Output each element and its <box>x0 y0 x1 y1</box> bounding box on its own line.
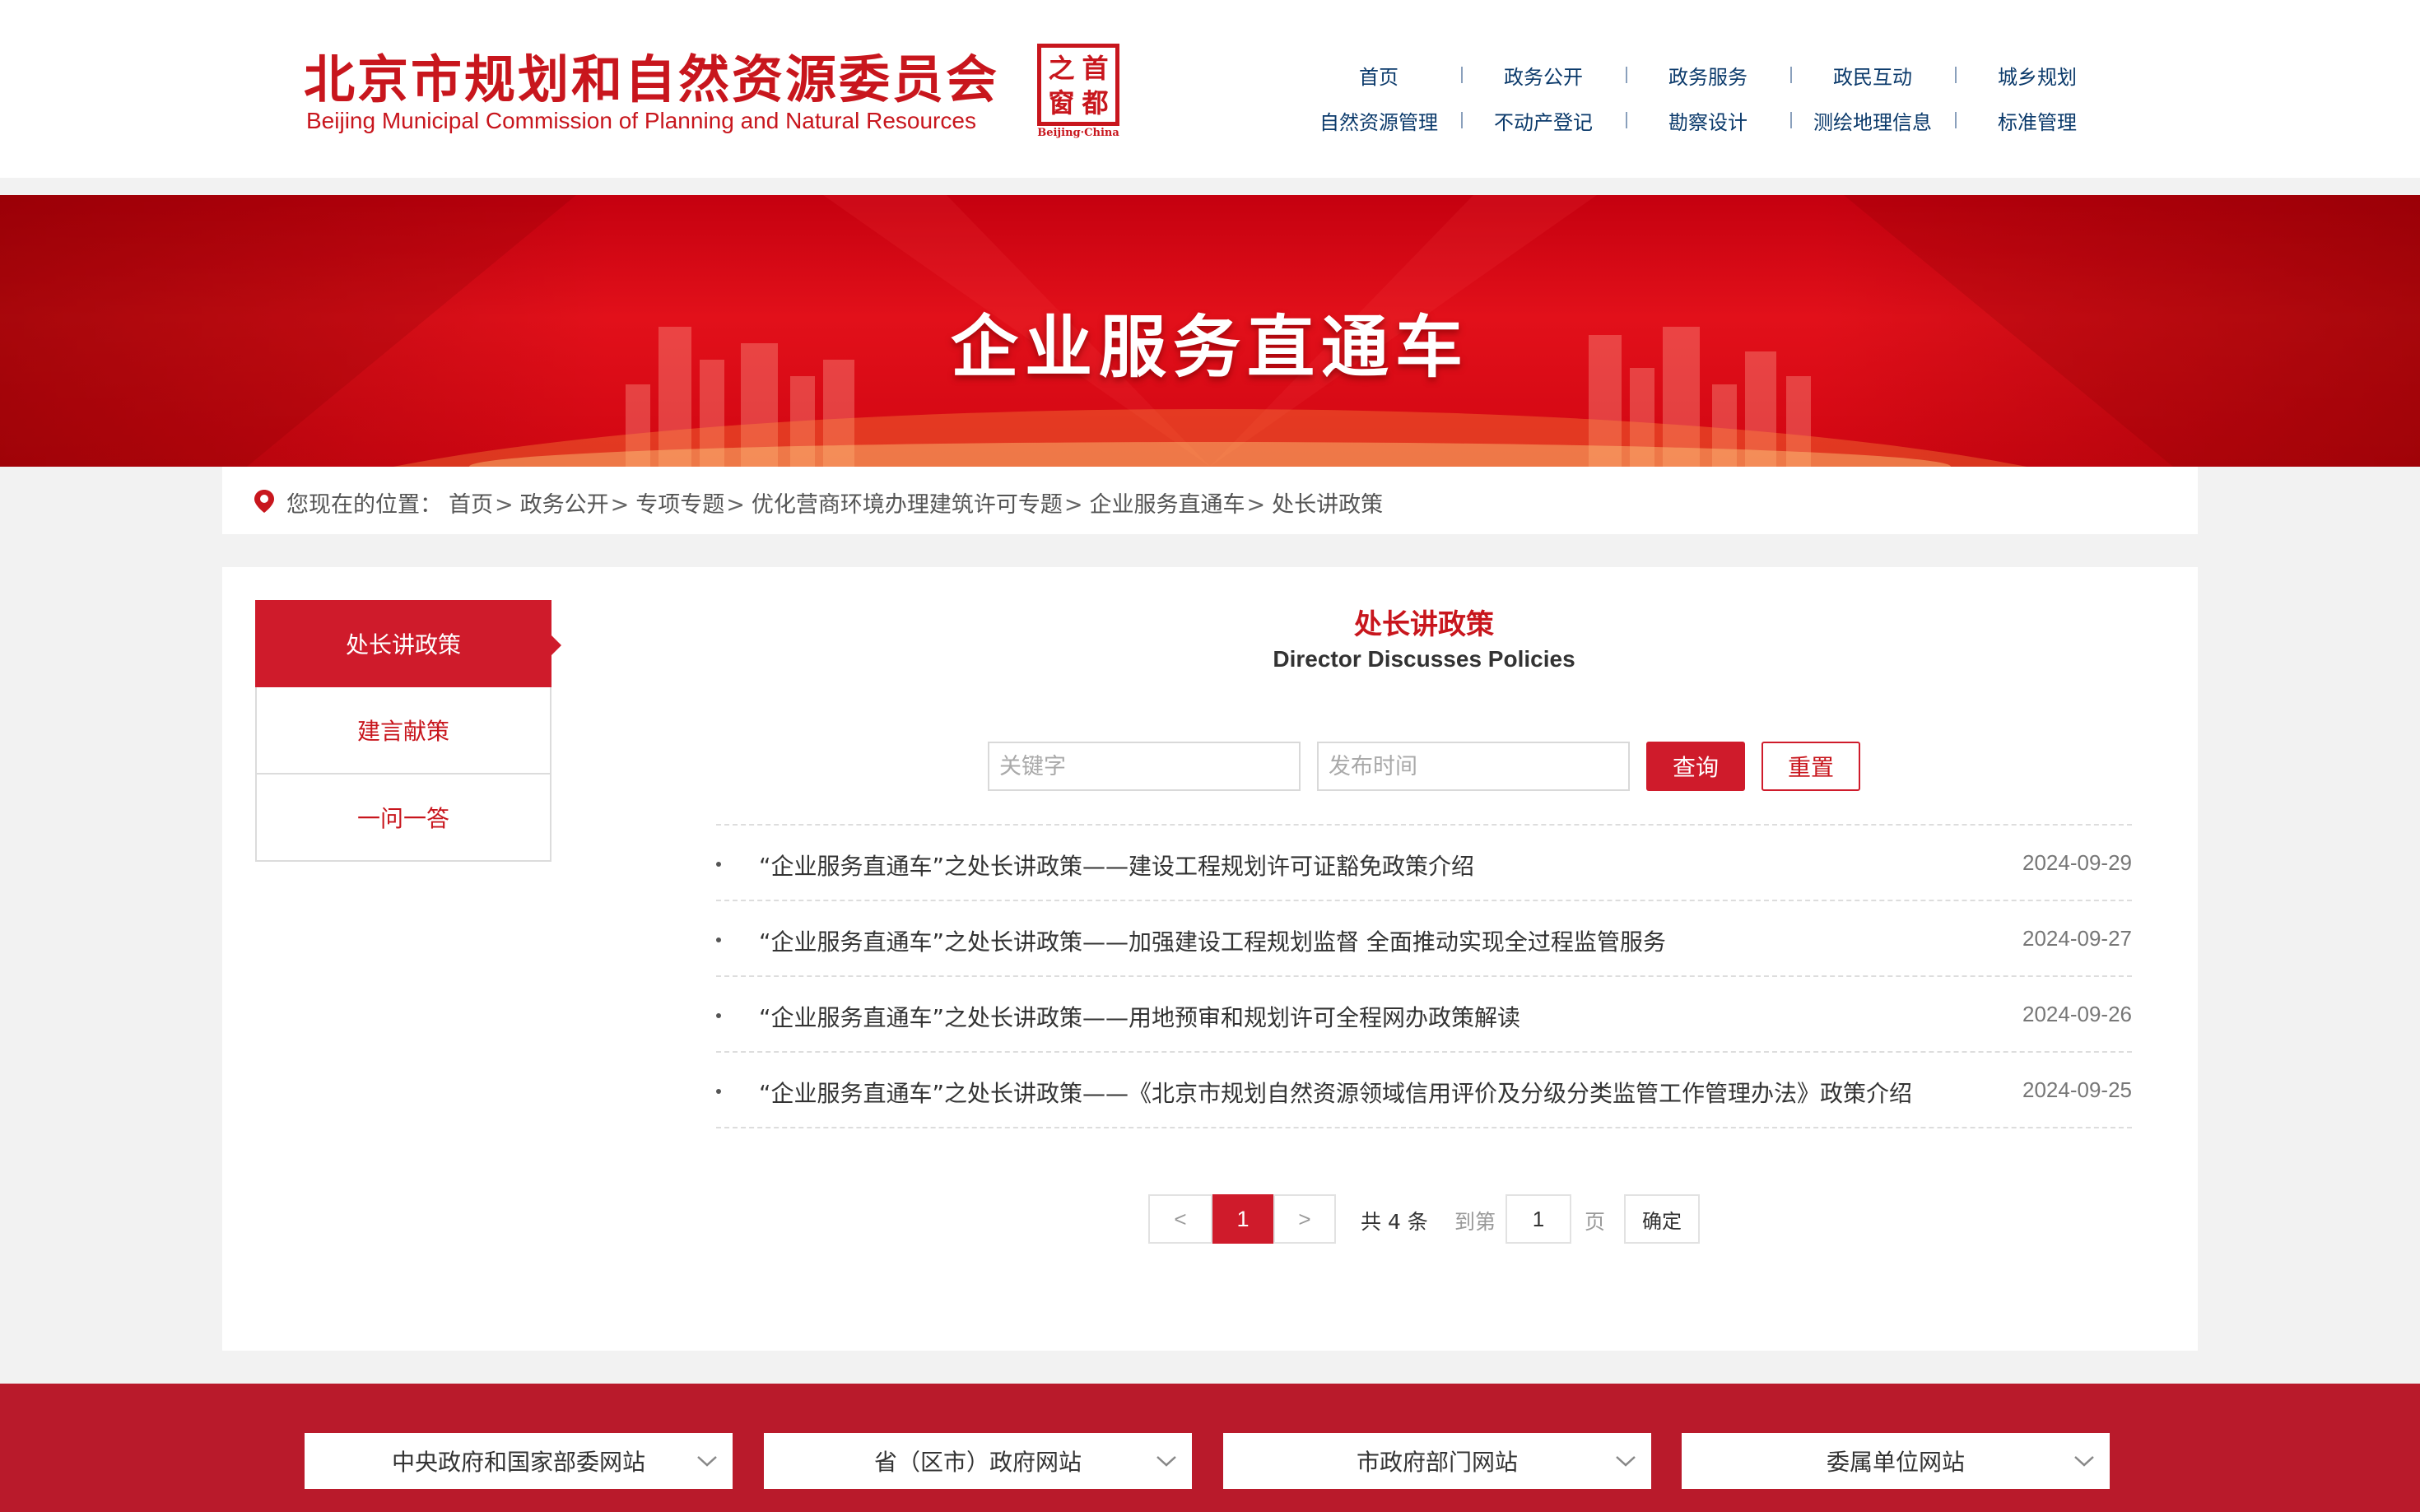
seal-caption: Beijing·China <box>1037 127 1119 139</box>
reset-button[interactable]: 重置 <box>1761 742 1860 791</box>
breadcrumb-separator: > <box>1246 492 1266 518</box>
nav-standards[interactable]: 标准管理 <box>1955 106 2120 135</box>
section-subtitle: Director Discusses Policies <box>1273 646 1575 672</box>
breadcrumb-item[interactable]: 首页 <box>449 492 493 518</box>
location-pin-icon <box>254 490 274 513</box>
list-item[interactable]: “企业服务直通车”之处长讲政策——《北京市规划自然资源领域信用评价及分级分类监管… <box>716 1053 2132 1128</box>
current-page-button[interactable]: 1 <box>1212 1194 1273 1244</box>
breadcrumb-item[interactable]: 优化营商环境办理建筑许可专题 <box>752 492 1063 518</box>
article-date: 2024-09-29 <box>2022 850 2132 875</box>
select-label: 省（区市）政府网站 <box>873 1449 1082 1476</box>
article-date: 2024-09-26 <box>2022 1002 2132 1026</box>
list-item[interactable]: “企业服务直通车”之处长讲政策——用地预审和规划许可全程网办政策解读 2024-… <box>716 977 2132 1053</box>
nav-survey-design[interactable]: 勘察设计 <box>1626 106 1790 135</box>
breadcrumb: 您现在的位置： 首页> 政务公开> 专项专题> 优化营商环境办理建筑许可专题> 企业服务直… <box>222 467 2198 534</box>
central-gov-sites-select[interactable]: 中央政府和国家部委网站 <box>305 1433 733 1489</box>
provincial-gov-sites-select[interactable]: 省（区市）政府网站 <box>764 1433 1192 1489</box>
seal-char: 首 <box>1082 53 1109 84</box>
prev-page-button[interactable]: < <box>1148 1194 1212 1244</box>
article-title-link[interactable]: “企业服务直通车”之处长讲政策——《北京市规划自然资源领域信用评价及分级分类监管… <box>759 1076 1912 1109</box>
nav-row-1: 首页 政务公开 政务服务 政民互动 城乡规划 <box>1296 53 2120 98</box>
breadcrumb-separator: > <box>1063 492 1083 518</box>
keyword-input[interactable] <box>988 742 1301 791</box>
site-logo-subtitle[interactable]: Beijing Municipal Commission of Planning… <box>306 108 976 134</box>
nav-row-2: 自然资源管理 不动产登记 勘察设计 测绘地理信息 标准管理 <box>1296 98 2120 143</box>
breadcrumb-item[interactable]: 专项专题 <box>635 492 724 518</box>
nav-government-affairs-disclosure[interactable]: 政务公开 <box>1461 61 1626 90</box>
nav-home[interactable]: 首页 <box>1296 61 1461 90</box>
section-title: 处长讲政策 <box>1354 608 1494 641</box>
publish-date-input[interactable] <box>1317 742 1630 791</box>
sidebar-item-suggestions[interactable]: 建言献策 <box>255 687 551 775</box>
query-button[interactable]: 查询 <box>1646 742 1745 791</box>
breadcrumb-item[interactable]: 企业服务直通车 <box>1090 492 1245 518</box>
page-banner: 企业服务直通车 <box>0 195 2420 467</box>
seal-char: 之 <box>1048 53 1075 84</box>
select-label: 委属单位网站 <box>1826 1449 1965 1476</box>
bullet-icon <box>716 862 721 867</box>
goto-confirm-button[interactable]: 确定 <box>1624 1194 1700 1244</box>
article-title-link[interactable]: “企业服务直通车”之处长讲政策——用地预审和规划许可全程网办政策解读 <box>759 1000 1520 1033</box>
bullet-icon <box>716 937 721 942</box>
breadcrumb-item-current[interactable]: 处长讲政策 <box>1272 492 1383 518</box>
site-logo-title[interactable]: 北京市规划和自然资源委员会 <box>304 38 999 112</box>
breadcrumb-separator: > <box>495 492 514 518</box>
nav-public-interaction[interactable]: 政民互动 <box>1790 61 1955 90</box>
site-header: 北京市规划和自然资源委员会 Beijing Municipal Commissi… <box>0 0 2420 178</box>
breadcrumb-separator: > <box>610 492 630 518</box>
seal-char: 窗 <box>1048 87 1075 119</box>
nav-urban-rural-planning[interactable]: 城乡规划 <box>1955 61 2120 90</box>
page-unit-label: 页 <box>1585 1210 1606 1234</box>
goto-page-input[interactable] <box>1506 1194 1571 1244</box>
capital-window-seal-logo[interactable]: 之 首 窗 都 Beijing·China <box>1033 41 1124 142</box>
seal-char: 都 <box>1082 87 1109 119</box>
breadcrumb-item[interactable]: 政务公开 <box>520 492 609 518</box>
municipal-dept-sites-select[interactable]: 市政府部门网站 <box>1223 1433 1651 1489</box>
select-label: 市政府部门网站 <box>1356 1449 1518 1476</box>
nav-surveying-geoinfo[interactable]: 测绘地理信息 <box>1790 106 1955 135</box>
bullet-icon <box>716 1013 721 1018</box>
article-date: 2024-09-27 <box>2022 926 2132 951</box>
site-footer: 中央政府和国家部委网站 省（区市）政府网站 市政府部门网站 委属单位网站 <box>0 1384 2420 1512</box>
list-item[interactable]: “企业服务直通车”之处长讲政策——加强建设工程规划监督 全面推动实现全过程监管服… <box>716 901 2132 977</box>
goto-label: 到第 <box>1454 1210 1496 1234</box>
next-page-button[interactable]: > <box>1273 1194 1336 1244</box>
list-item[interactable]: “企业服务直通车”之处长讲政策——建设工程规划许可证豁免政策介绍 2024-09… <box>716 826 2132 901</box>
article-title-link[interactable]: “企业服务直通车”之处长讲政策——建设工程规划许可证豁免政策介绍 <box>759 849 1474 882</box>
article-date: 2024-09-25 <box>2022 1077 2132 1102</box>
affiliated-units-sites-select[interactable]: 委属单位网站 <box>1682 1433 2110 1489</box>
sidebar-item-qa[interactable]: 一问一答 <box>255 775 551 862</box>
chevron-down-icon <box>697 1456 717 1467</box>
bullet-icon <box>716 1089 721 1094</box>
banner-title: 企业服务直通车 <box>950 308 1469 387</box>
chevron-down-icon <box>1616 1456 1636 1467</box>
select-label: 中央政府和国家部委网站 <box>391 1449 645 1476</box>
main-nav: 首页 政务公开 政务服务 政民互动 城乡规划 自然资源管理 不动产登记 勘察设计… <box>1296 53 2120 143</box>
breadcrumb-trail: 您现在的位置： 首页> 政务公开> 专项专题> 优化营商环境办理建筑许可专题> 企业服务直… <box>286 486 1383 519</box>
sidebar-menu: 处长讲政策 建言献策 一问一答 <box>255 600 561 862</box>
total-count: 共 4 条 <box>1361 1210 1428 1234</box>
main-panel: 处长讲政策 建言献策 一问一答 处长讲政策 Director Discusses… <box>222 567 2198 1351</box>
chevron-down-icon <box>1156 1456 1176 1467</box>
breadcrumb-prefix: 您现在的位置： <box>286 492 442 518</box>
nav-natural-resources[interactable]: 自然资源管理 <box>1296 106 1461 135</box>
seal-box: 之 首 窗 都 <box>1037 44 1119 126</box>
nav-real-estate-registration[interactable]: 不动产登记 <box>1461 106 1626 135</box>
article-list: “企业服务直通车”之处长讲政策——建设工程规划许可证豁免政策介绍 2024-09… <box>716 824 2132 1128</box>
article-title-link[interactable]: “企业服务直通车”之处长讲政策——加强建设工程规划监督 全面推动实现全过程监管服… <box>759 924 1666 957</box>
nav-government-services[interactable]: 政务服务 <box>1626 61 1790 90</box>
breadcrumb-separator: > <box>726 492 745 518</box>
chevron-down-icon <box>2074 1456 2094 1467</box>
sidebar-item-director-policies[interactable]: 处长讲政策 <box>255 600 561 687</box>
